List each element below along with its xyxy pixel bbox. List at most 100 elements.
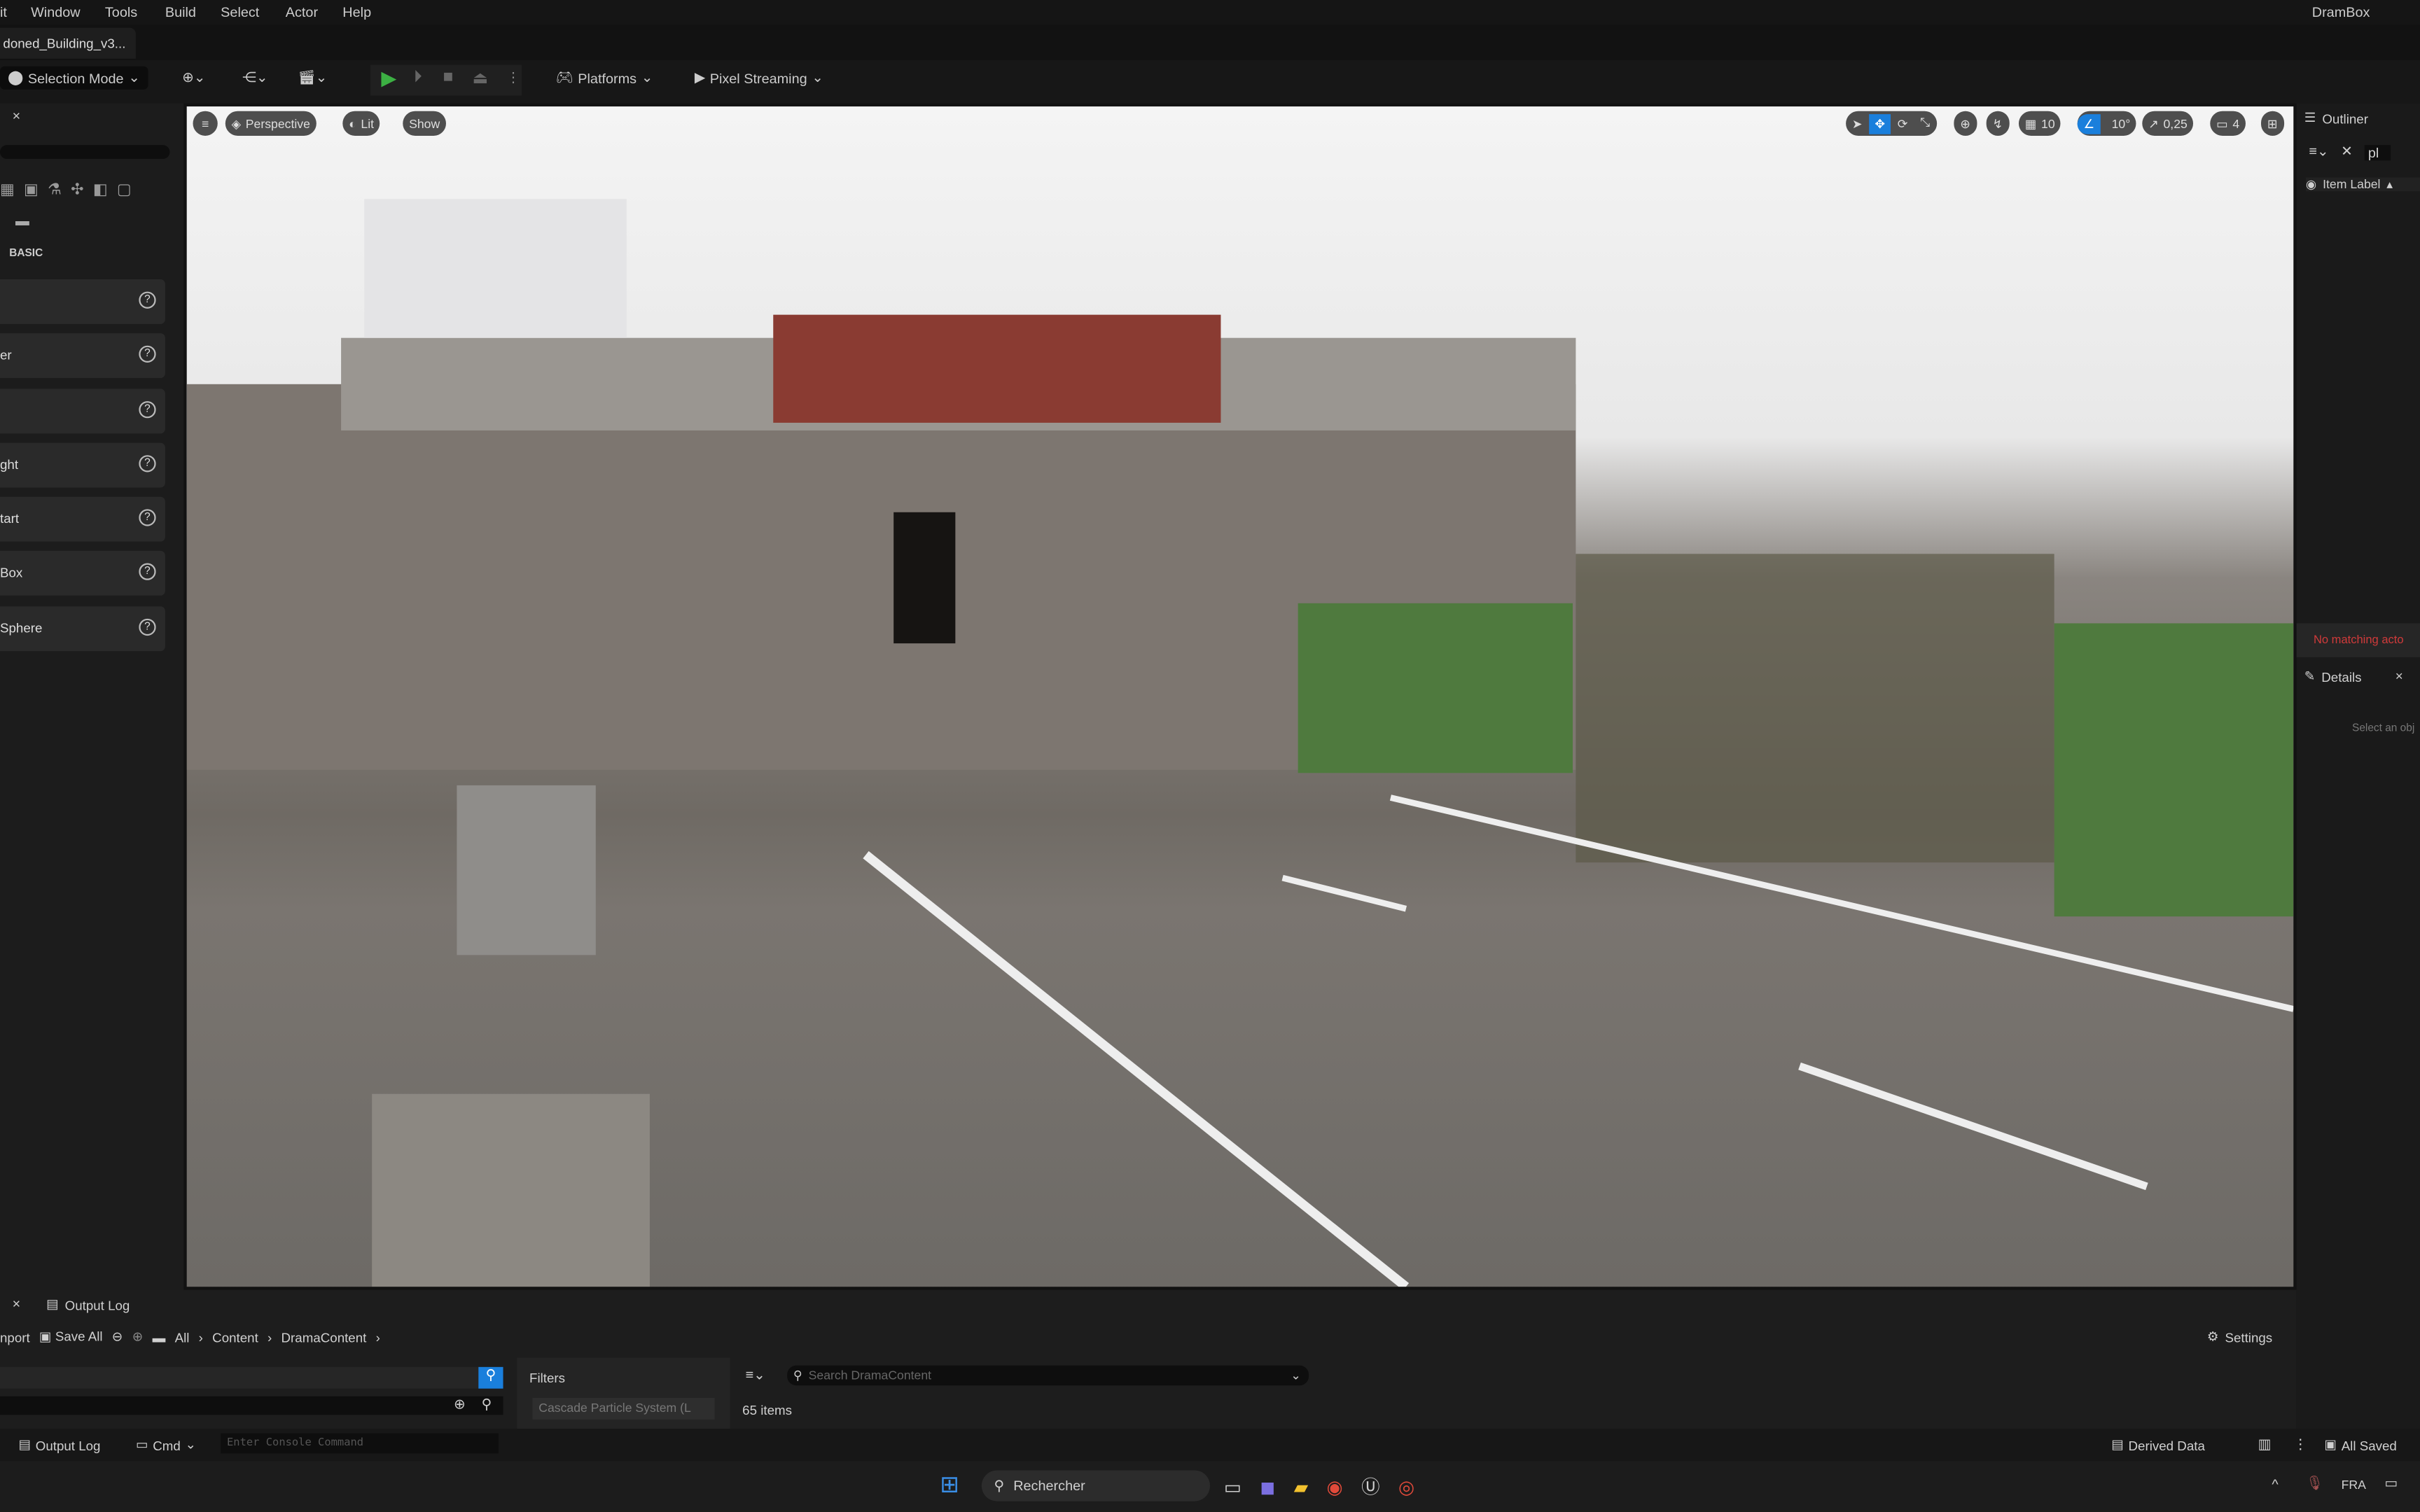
filter-icon[interactable]: ≡⌄: [746, 1367, 765, 1384]
app-icon[interactable]: ◎: [1398, 1476, 1414, 1497]
shapes-icon[interactable]: ▣: [24, 182, 39, 199]
derived-data-button[interactable]: ▤ Derived Data: [2111, 1436, 2205, 1453]
help-icon[interactable]: ?: [139, 618, 156, 636]
chevron-up-icon[interactable]: ^: [2272, 1476, 2278, 1492]
close-icon[interactable]: ×: [2395, 668, 2403, 683]
more-icon[interactable]: ⋮: [2293, 1436, 2307, 1453]
file-explorer-icon[interactable]: ▰: [1294, 1476, 1308, 1497]
pixel-streaming-dropdown[interactable]: ▶ Pixel Streaming ⌄: [695, 69, 823, 86]
effects-icon[interactable]: ✣: [71, 182, 83, 199]
search-input[interactable]: [0, 145, 170, 160]
surface-snap-icon[interactable]: ↯: [1986, 111, 2010, 136]
language-indicator[interactable]: FRA: [2342, 1478, 2366, 1492]
platforms-dropdown[interactable]: 🎮︎ Platforms ⌄: [555, 69, 653, 86]
volumes-icon[interactable]: ◧: [93, 182, 108, 199]
task-view-icon[interactable]: ▭: [1224, 1476, 1242, 1497]
selection-mode-dropdown[interactable]: ⬤ Selection Mode ⌄: [0, 66, 148, 90]
play-icon[interactable]: ▶: [381, 66, 396, 91]
recent-icon[interactable]: ▦: [0, 182, 15, 199]
filter-icon[interactable]: ≡⌄: [2309, 144, 2328, 160]
search-icon[interactable]: ⚲: [478, 1366, 503, 1389]
chrome-icon[interactable]: ◉: [1327, 1476, 1343, 1497]
teams-icon[interactable]: ◼: [1260, 1476, 1275, 1497]
unreal-engine-icon[interactable]: Ⓤ: [1361, 1474, 1379, 1499]
outliner-search-input[interactable]: pl: [2365, 144, 2391, 160]
console-input[interactable]: Enter Console Command: [221, 1433, 499, 1454]
help-icon[interactable]: ?: [139, 509, 156, 526]
menu-edit[interactable]: it: [0, 5, 7, 20]
menu-help[interactable]: Help: [342, 5, 371, 20]
camera-speed-button[interactable]: ▭ 4: [2210, 111, 2246, 136]
actor-item[interactable]: Sphere?: [0, 606, 165, 652]
actor-item[interactable]: ght?: [0, 442, 165, 488]
actor-item[interactable]: ?: [0, 388, 165, 434]
stop-icon[interactable]: ■: [443, 68, 454, 86]
clear-search-icon[interactable]: ✕: [2341, 144, 2353, 160]
actor-item[interactable]: er?: [0, 333, 165, 379]
breadcrumb-all[interactable]: All: [175, 1329, 190, 1345]
menu-build[interactable]: Build: [165, 5, 196, 20]
lit-button[interactable]: ◐ Lit: [342, 111, 380, 136]
breadcrumb-dramacontent[interactable]: DramaContent: [281, 1329, 367, 1345]
cube-icon[interactable]: ▢: [117, 182, 132, 199]
menu-tools[interactable]: Tools: [105, 5, 137, 20]
actor-item[interactable]: tart?: [0, 496, 165, 542]
help-icon[interactable]: ?: [139, 345, 156, 363]
details-tab[interactable]: ✎ Details: [2304, 668, 2362, 685]
chevron-down-icon[interactable]: ⌄: [1291, 1368, 1301, 1382]
filter-chip[interactable]: Cascade Particle System (L: [532, 1397, 715, 1420]
perspective-button[interactable]: ◈ Perspective: [225, 111, 317, 136]
rotate-icon[interactable]: ⟳: [1891, 116, 1914, 130]
network-icon[interactable]: ▭: [2384, 1475, 2398, 1492]
breadcrumb-content[interactable]: Content: [212, 1329, 258, 1345]
menu-select[interactable]: Select: [221, 5, 259, 20]
microphone-icon[interactable]: 🎙︎: [2306, 1475, 2323, 1492]
outliner-tab[interactable]: ☰ Outliner: [2304, 109, 2368, 126]
back-icon[interactable]: ⊖: [112, 1329, 123, 1345]
eject-icon[interactable]: ⏏: [472, 68, 488, 88]
help-icon[interactable]: ?: [139, 291, 156, 309]
item-label-column[interactable]: ◉ Item Label ▴: [2305, 177, 2420, 192]
menu-window[interactable]: Window: [31, 5, 81, 20]
add-actor-button[interactable]: ⊕⌄: [182, 69, 205, 86]
world-local-icon[interactable]: ⊕: [1954, 111, 1977, 136]
layout-icon[interactable]: ⊞: [2261, 111, 2284, 136]
more-options-icon[interactable]: ⋮: [506, 69, 520, 86]
help-icon[interactable]: ?: [139, 563, 156, 580]
select-icon[interactable]: ➤: [1846, 116, 1868, 130]
all-saved-button[interactable]: ▣ All Saved: [2324, 1436, 2396, 1453]
move-icon[interactable]: ✥: [1868, 113, 1891, 134]
path-search-input[interactable]: [0, 1366, 479, 1389]
import-button[interactable]: nport: [0, 1329, 30, 1345]
viewport-menu-icon[interactable]: ≡: [193, 111, 218, 136]
forward-icon[interactable]: ⊕: [132, 1329, 144, 1345]
output-log-button[interactable]: ▤ Output Log: [18, 1436, 100, 1453]
help-icon[interactable]: ?: [139, 455, 156, 472]
all-classes-icon[interactable]: ▬: [15, 213, 29, 228]
save-all-button[interactable]: ▣ Save All: [39, 1329, 103, 1345]
cinematics-button[interactable]: 🎬︎⌄: [298, 69, 327, 86]
blueprint-button[interactable]: ⋲⌄: [242, 69, 267, 86]
cmd-dropdown[interactable]: ▭ Cmd ⌄: [136, 1436, 196, 1453]
help-icon[interactable]: ?: [139, 401, 156, 419]
search-icon[interactable]: ⚲: [482, 1396, 492, 1413]
grid-snap-button[interactable]: ▦ 10: [2018, 111, 2061, 136]
level-tab[interactable]: doned_Building_v3...: [0, 27, 136, 59]
collection-search-input[interactable]: [0, 1396, 503, 1415]
scale-icon[interactable]: ⤡: [1914, 115, 1936, 131]
show-button[interactable]: Show: [403, 111, 447, 136]
level-viewport[interactable]: [186, 106, 2294, 1287]
scale-snap-button[interactable]: ↗ 0,25: [2142, 111, 2194, 136]
close-icon[interactable]: ×: [13, 108, 21, 123]
flask-icon[interactable]: ⚗: [48, 182, 62, 199]
output-log-tab[interactable]: ▤ Output Log: [46, 1296, 130, 1312]
rotation-snap-button[interactable]: ∠ 10°: [2077, 111, 2137, 136]
windows-start-icon[interactable]: ⊞: [940, 1473, 964, 1498]
step-icon[interactable]: ⏵: [414, 68, 422, 88]
taskbar-search[interactable]: ⚲ Rechercher: [981, 1470, 1211, 1502]
trace-icon[interactable]: ▥: [2258, 1436, 2272, 1453]
asset-search-input[interactable]: ⚲ Search DramaContent ⌄: [787, 1365, 1309, 1386]
menu-actor[interactable]: Actor: [286, 5, 318, 20]
actor-item[interactable]: ?: [0, 279, 165, 324]
settings-button[interactable]: ⚙ Settings: [2207, 1329, 2272, 1345]
